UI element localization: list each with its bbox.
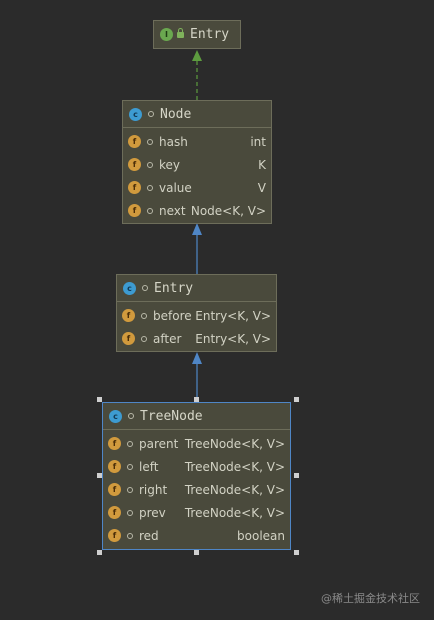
field-icon: f (128, 135, 141, 148)
field-name: left (139, 459, 159, 474)
entry-class-header: c Entry (117, 275, 276, 302)
entry-interface-box[interactable]: I Entry (153, 20, 241, 49)
field-type: TreeNode<K, V> (184, 505, 285, 520)
treenode-class-header: c TreeNode (103, 403, 290, 430)
entry-interface-title: Entry (190, 27, 230, 42)
visibility-icon (127, 463, 133, 470)
field-type: TreeNode<K, V> (184, 436, 285, 451)
field-icon: f (128, 204, 141, 217)
field-type: Entry<K, V> (195, 331, 271, 346)
visibility-icon (147, 138, 153, 145)
resize-handle-middle-right[interactable] (294, 473, 299, 478)
field-name: red (139, 528, 159, 543)
field-icon: f (128, 158, 141, 171)
field-row: f key K (123, 153, 271, 176)
visibility-icon (142, 285, 148, 291)
treenode-class-box[interactable]: c TreeNode f parent TreeNode<K, V> f lef… (102, 402, 291, 550)
visibility-icon (127, 486, 133, 493)
entry-class-title: Entry (154, 280, 194, 296)
field-type: int (250, 134, 266, 149)
resize-handle-bottom-left[interactable] (97, 550, 102, 555)
visibility-icon (141, 335, 147, 342)
lock-icon (177, 27, 184, 38)
field-icon: f (108, 483, 121, 496)
field-name: prev (139, 505, 166, 520)
resize-handle-top-center[interactable] (194, 397, 199, 402)
field-row: f value V (123, 176, 271, 199)
visibility-icon (127, 440, 133, 447)
field-name: after (153, 331, 182, 346)
field-type: boolean (237, 528, 285, 543)
node-class-title: Node (160, 106, 192, 122)
field-name: value (159, 180, 192, 195)
resize-handle-top-left[interactable] (97, 397, 102, 402)
field-icon: f (128, 181, 141, 194)
field-name: parent (139, 436, 179, 451)
entry-interface-header: I Entry (154, 21, 240, 48)
field-type: TreeNode<K, V> (184, 482, 285, 497)
visibility-icon (147, 161, 153, 168)
extends-arrow-head-entry-node (192, 223, 202, 235)
field-icon: f (108, 437, 121, 450)
field-row: f parent TreeNode<K, V> (103, 432, 290, 455)
node-class-header: c Node (123, 101, 271, 128)
field-icon: f (122, 332, 135, 345)
implements-arrow-head (192, 50, 202, 61)
field-icon: f (108, 529, 121, 542)
visibility-icon (147, 207, 153, 214)
class-icon: c (109, 409, 122, 423)
field-type: K (258, 157, 266, 172)
field-row: f next Node<K, V> (123, 199, 271, 222)
extends-arrow-head-treenode-entry (192, 352, 202, 364)
field-type: V (257, 180, 266, 195)
field-name: next (159, 203, 186, 218)
entry-field-list: f before Entry<K, V> f after Entry<K, V> (117, 302, 276, 350)
visibility-icon (147, 184, 153, 191)
treenode-class-title: TreeNode (140, 408, 203, 424)
field-name: right (139, 482, 168, 497)
field-type: Entry<K, V> (195, 308, 271, 323)
resize-handle-bottom-center[interactable] (194, 550, 199, 555)
field-row: f before Entry<K, V> (117, 304, 276, 327)
watermark: @稀土掘金技术社区 (321, 592, 420, 605)
field-icon: f (108, 506, 121, 519)
field-name: hash (159, 134, 188, 149)
field-icon: f (108, 460, 121, 473)
class-icon: c (123, 281, 136, 295)
entry-class-box[interactable]: c Entry f before Entry<K, V> f after Ent… (116, 274, 277, 352)
field-row: f after Entry<K, V> (117, 327, 276, 350)
field-row: f prev TreeNode<K, V> (103, 501, 290, 524)
field-icon: f (122, 309, 135, 322)
resize-handle-bottom-right[interactable] (294, 550, 299, 555)
resize-handle-top-right[interactable] (294, 397, 299, 402)
field-row: f red boolean (103, 524, 290, 547)
field-row: f right TreeNode<K, V> (103, 478, 290, 501)
visibility-icon (141, 312, 147, 319)
field-row: f hash int (123, 130, 271, 153)
visibility-icon (128, 413, 134, 419)
field-row: f left TreeNode<K, V> (103, 455, 290, 478)
class-icon: c (129, 107, 142, 121)
visibility-icon (127, 532, 133, 539)
treenode-field-list: f parent TreeNode<K, V> f left TreeNode<… (103, 430, 290, 547)
visibility-icon (127, 509, 133, 516)
field-name: before (153, 308, 192, 323)
field-type: TreeNode<K, V> (184, 459, 285, 474)
node-field-list: f hash int f key K f value V f next Node… (123, 128, 271, 222)
resize-handle-middle-left[interactable] (97, 473, 102, 478)
field-name: key (159, 157, 181, 172)
node-class-box[interactable]: c Node f hash int f key K f value V f ne… (122, 100, 272, 224)
field-type: Node<K, V> (190, 203, 266, 218)
interface-icon: I (160, 28, 173, 41)
visibility-icon (148, 111, 154, 117)
